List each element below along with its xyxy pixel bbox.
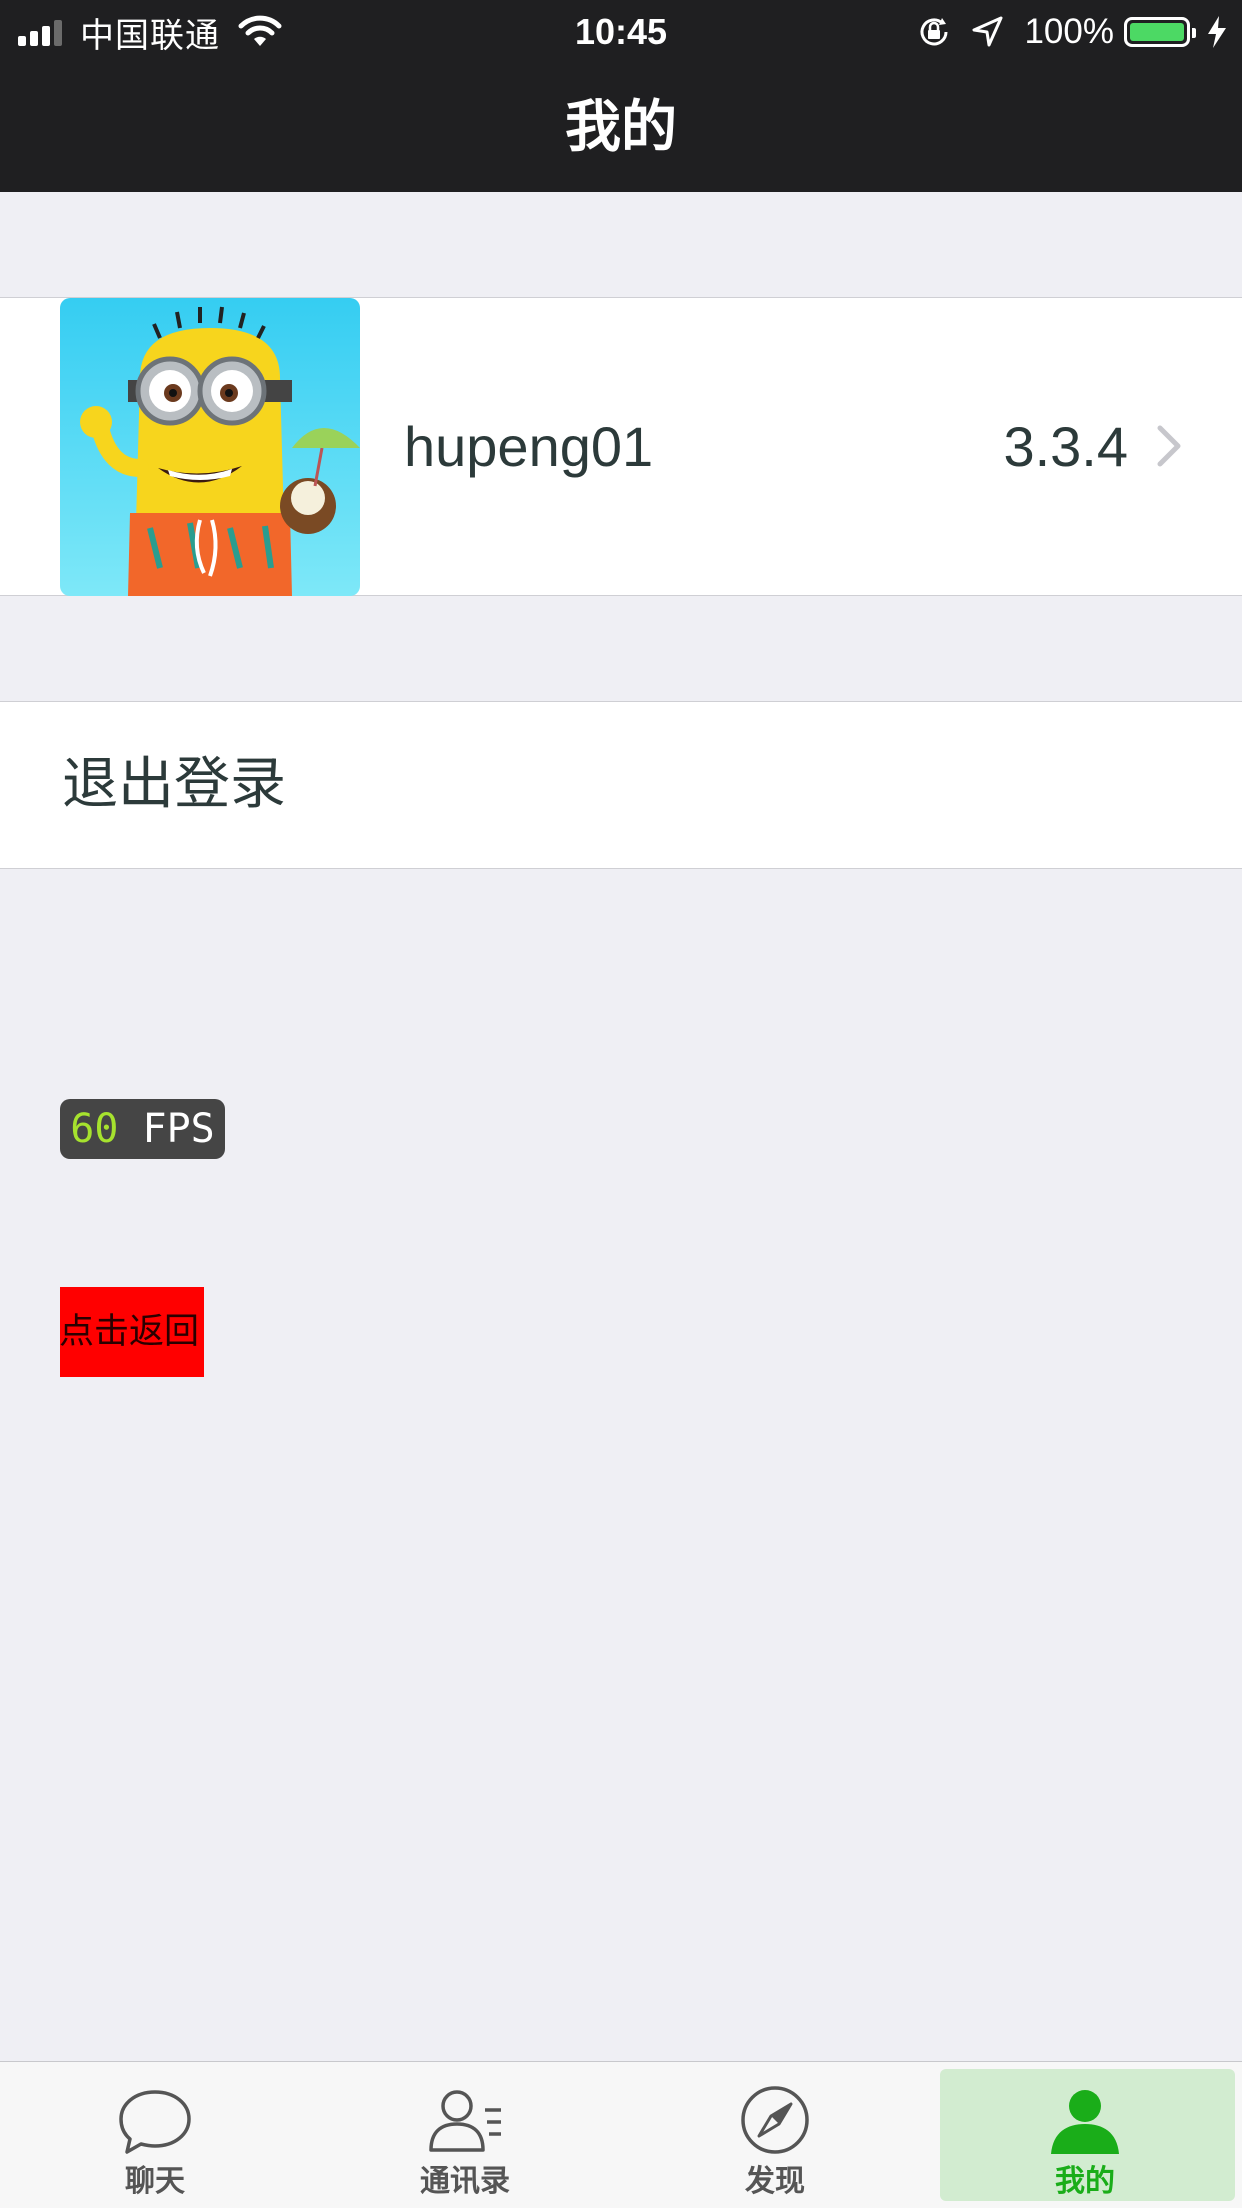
tab-me[interactable]: 我的: [930, 2062, 1240, 2208]
tab-label: 通讯录: [420, 2164, 510, 2199]
location-icon: [972, 16, 1003, 47]
navigation-bar: 我的: [0, 64, 1242, 192]
chat-bubble-icon: [119, 2090, 191, 2154]
profile-cell[interactable]: hupeng01 3.3.4: [0, 297, 1242, 596]
orientation-lock-icon: [920, 18, 948, 46]
tab-chat[interactable]: 聊天: [0, 2062, 310, 2208]
contacts-icon: [429, 2090, 501, 2152]
status-bar: 中国联通 10:45 100%: [0, 0, 1242, 64]
person-icon: [1051, 2090, 1119, 2154]
battery-icon: [1124, 17, 1196, 47]
tab-bar: 聊天 通讯录 发现 我的: [0, 2061, 1242, 2208]
username: hupeng01: [404, 415, 654, 478]
minion-avatar: [60, 298, 360, 596]
charging-icon: [1208, 16, 1226, 48]
fps-badge: 60 FPS: [60, 1099, 225, 1159]
tab-label: 我的: [1055, 2164, 1115, 2199]
tab-label: 聊天: [125, 2164, 185, 2199]
logout-label: 退出登录: [62, 752, 286, 817]
page-title: 我的: [565, 95, 677, 160]
avatar[interactable]: [60, 298, 360, 596]
tab-discover[interactable]: 发现: [620, 2062, 930, 2208]
compass-icon: [741, 2086, 809, 2154]
tab-contacts[interactable]: 通讯录: [310, 2062, 620, 2208]
app-version: 3.3.4: [1003, 415, 1128, 478]
battery-percent: 100%: [1024, 12, 1114, 51]
tab-label: 发现: [745, 2164, 805, 2199]
logout-cell[interactable]: 退出登录: [0, 701, 1242, 869]
chevron-right-icon: [1157, 425, 1181, 467]
back-button-label: 点击返回: [59, 1312, 200, 1352]
fps-unit: FPS: [142, 1106, 215, 1152]
fps-value: 60: [70, 1106, 119, 1152]
status-right: 100%: [898, 0, 1228, 64]
back-button[interactable]: 点击返回: [59, 1287, 204, 1377]
